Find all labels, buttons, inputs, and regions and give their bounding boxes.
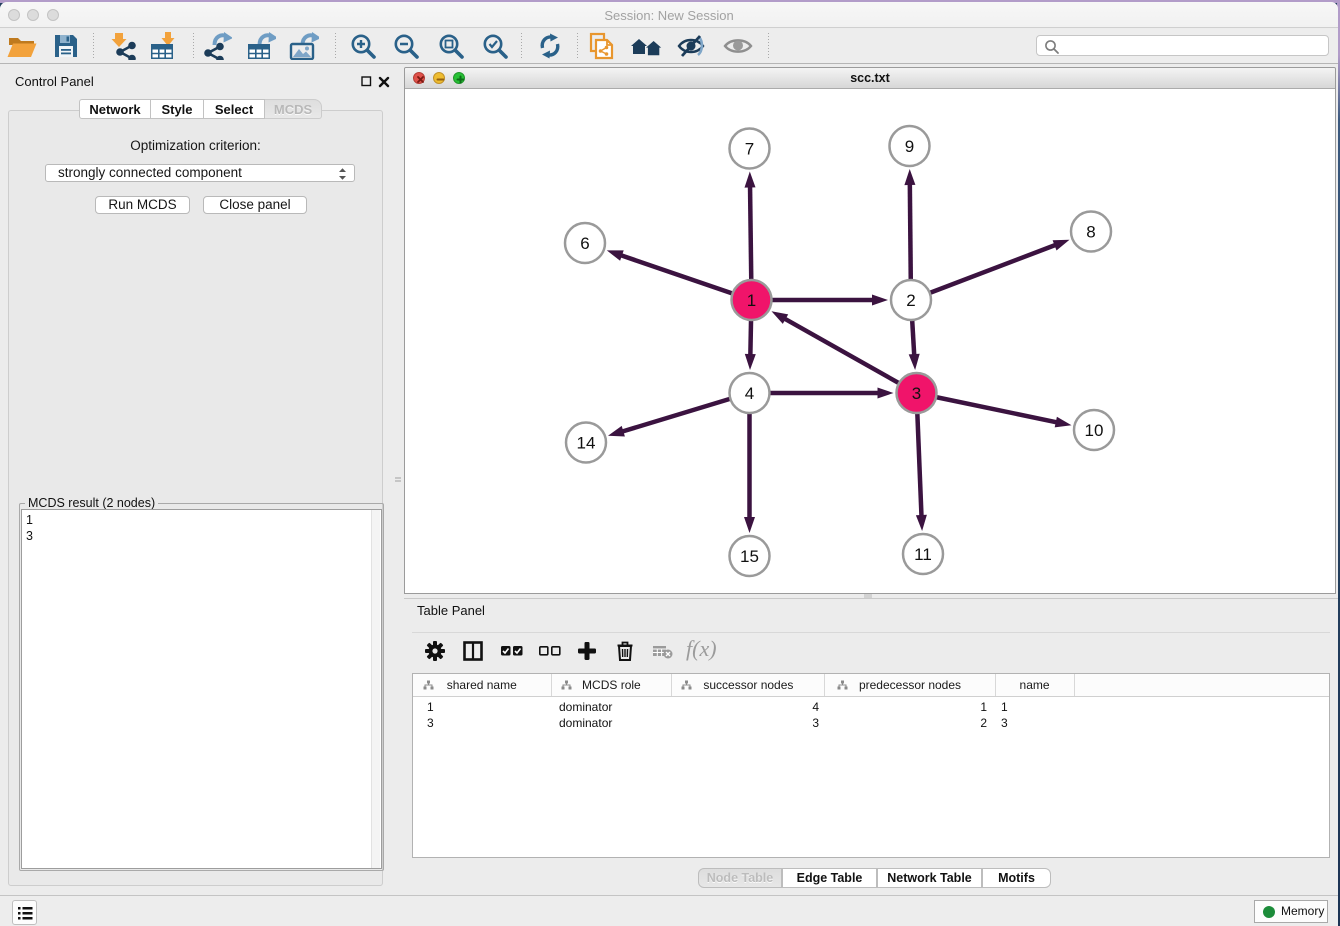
- svg-text:9: 9: [905, 137, 914, 156]
- svg-text:3: 3: [912, 384, 921, 403]
- svg-text:7: 7: [745, 140, 754, 159]
- svg-text:1: 1: [747, 291, 756, 310]
- svg-text:6: 6: [580, 234, 589, 253]
- svg-text:4: 4: [745, 384, 754, 403]
- svg-text:8: 8: [1086, 223, 1095, 242]
- svg-text:2: 2: [906, 291, 915, 310]
- svg-text:10: 10: [1085, 421, 1104, 440]
- svg-text:11: 11: [914, 545, 932, 564]
- svg-text:15: 15: [740, 547, 759, 566]
- svg-text:14: 14: [577, 434, 596, 453]
